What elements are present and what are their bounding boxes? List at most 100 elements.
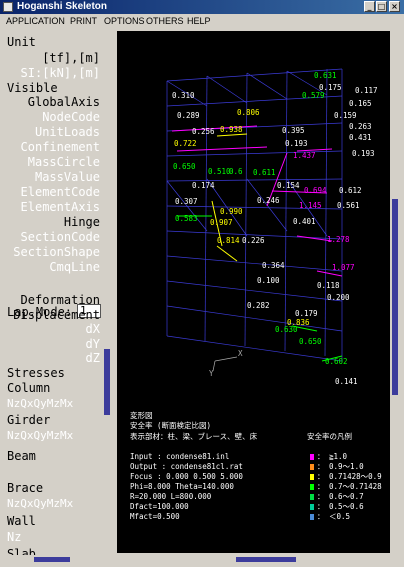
ratio-label: 0.650 xyxy=(299,337,322,346)
legend-label: ： 0.6～0.7 xyxy=(317,492,364,501)
wall-label: Wall xyxy=(7,514,36,528)
global-axis-arrows xyxy=(212,356,238,372)
wall-force-toggles[interactable]: Nz xyxy=(7,530,21,544)
focus-info: Focus : 0.000 0.500 5.000 xyxy=(130,472,243,481)
moment-factor: Mfact=0.500 xyxy=(130,512,180,521)
girder-force-toggles[interactable]: NzQxQyMzMx xyxy=(7,429,73,443)
ratio-label: 0.806 xyxy=(237,108,260,117)
view-vertical-scrollbar[interactable] xyxy=(390,31,400,553)
legend-swatch xyxy=(310,464,314,470)
ratio-label: 0.175 xyxy=(319,83,342,92)
ratio-label: 0.401 xyxy=(293,217,316,226)
toggle-displacement[interactable]: Displacement xyxy=(13,308,100,322)
ratio-label: 0.289 xyxy=(177,111,200,120)
toggle-dy[interactable]: dY xyxy=(86,337,100,351)
ratio-label: 0.612 xyxy=(339,186,362,195)
view-angles: Phi=8.000 Theta=140.000 xyxy=(130,482,234,491)
app-icon xyxy=(3,2,13,12)
ratio-label: 0.117 xyxy=(355,86,378,95)
panel-vertical-scrollbar[interactable] xyxy=(102,31,112,553)
ratio-label: 0.561 xyxy=(337,201,360,210)
ratio-label: 0.174 xyxy=(192,181,215,190)
ratio-label: 1.278 xyxy=(327,235,350,244)
toggle-global-axis[interactable]: GlobalAxis xyxy=(28,95,100,109)
toggle-section-shape[interactable]: SectionShape xyxy=(13,245,100,259)
legend-label: ： 0.7～0.71428 xyxy=(317,482,382,491)
brace-label: Brace xyxy=(7,481,44,495)
toggle-unit-loads[interactable]: UnitLoads xyxy=(35,125,100,139)
menu-help[interactable]: HELP xyxy=(187,16,211,26)
ratio-label: 0.256 xyxy=(192,127,215,136)
menu-application[interactable]: APPLICATION xyxy=(6,16,65,26)
ratio-label: 0.307 xyxy=(175,197,198,206)
ratio-label: 0.282 xyxy=(247,301,270,310)
close-icon[interactable]: × xyxy=(389,1,400,12)
toggle-section-code[interactable]: SectionCode xyxy=(21,230,100,244)
ratio-label: 0.510 xyxy=(208,167,231,176)
view-hscroll-thumb[interactable] xyxy=(236,557,296,562)
window-title: Hoganshi Skeleton xyxy=(17,1,108,12)
ratio-label: 0.990 xyxy=(220,207,243,216)
toggle-mass-value[interactable]: MassValue xyxy=(35,170,100,184)
view-scroll-thumb[interactable] xyxy=(392,199,398,395)
legend-label: ： 0.5～0.6 xyxy=(317,502,364,511)
ratio-label: 0.200 xyxy=(327,293,350,302)
legend-label: ： 0.71428～0.9 xyxy=(317,472,382,481)
legend-swatch xyxy=(310,494,314,500)
stresses-label: Stresses xyxy=(7,366,65,380)
toggle-confinement[interactable]: Confinement xyxy=(21,140,100,154)
ratio-label: 0.631 xyxy=(314,71,337,80)
toggle-deformation[interactable]: Deformation xyxy=(21,293,100,307)
ratio-label: 0.583 xyxy=(175,214,198,223)
ratio-label: 0.165 xyxy=(349,99,372,108)
visible-label: Visible xyxy=(7,81,58,95)
panel-horizontal-scrollbar[interactable] xyxy=(4,555,112,563)
ratio-label: 0.159 xyxy=(334,111,357,120)
mode-line: 変形図 xyxy=(130,411,153,420)
brace-force-toggles[interactable]: NzQxQyMzMx xyxy=(7,497,73,511)
ratio-label: 0.263 xyxy=(349,122,372,131)
column-force-toggles[interactable]: NzQxQyMzMx xyxy=(7,397,73,411)
title-bar: Hoganshi Skeleton _ □ × xyxy=(0,0,404,14)
legend-swatch xyxy=(310,454,314,460)
minimize-icon[interactable]: _ xyxy=(364,1,375,12)
axis-x-label: X xyxy=(238,349,243,358)
ratio-label: 0.650 xyxy=(173,162,196,171)
legend-swatch xyxy=(310,474,314,480)
toggle-dx[interactable]: dX xyxy=(86,322,100,336)
legend-label: ： 0.9～1.0 xyxy=(317,462,364,471)
unit-si-option[interactable]: SI:[kN],[m] xyxy=(21,66,100,80)
ratio-label: 0.722 xyxy=(174,139,197,148)
panel-hscroll-thumb[interactable] xyxy=(34,557,70,562)
ratio-label: 0.630 xyxy=(275,325,298,334)
output-file: Output : condense81cl.rat xyxy=(130,462,243,471)
ratio-label: 0.226 xyxy=(242,236,265,245)
control-panel: Unit [tf],[m] SI:[kN],[m] Visible Global… xyxy=(4,31,102,557)
toggle-cmq-line[interactable]: CmqLine xyxy=(49,260,100,274)
toggle-hinge[interactable]: Hinge xyxy=(64,215,100,229)
menu-options[interactable]: OPTIONS xyxy=(104,16,145,26)
toggle-element-code[interactable]: ElementCode xyxy=(21,185,100,199)
ratio-label: 0.395 xyxy=(282,126,305,135)
ratio-label: 0.611 xyxy=(253,168,276,177)
ratio-label: 0.154 xyxy=(277,181,300,190)
mode-line: 表示部材：柱、梁、ブレース、壁、床 xyxy=(130,432,258,441)
deformation-factor: Dfact=100.000 xyxy=(130,502,189,511)
structure-view[interactable]: 0.631 0.117 0.579 0.165 0.806 0.938 0.15… xyxy=(117,31,390,553)
toggle-element-axis[interactable]: ElementAxis xyxy=(21,200,100,214)
ratio-label: 0.118 xyxy=(317,281,340,290)
ratio-label: 1.145 xyxy=(299,201,322,210)
toggle-mass-circle[interactable]: MassCircle xyxy=(28,155,100,169)
ratio-label: 0.694 xyxy=(304,186,327,195)
menu-print[interactable]: PRINT xyxy=(70,16,97,26)
legend-title: 安全率の凡例 xyxy=(307,432,352,441)
ratio-label: 0.6 xyxy=(229,167,243,176)
unit-tf-option[interactable]: [tf],[m] xyxy=(42,51,100,65)
toggle-dz[interactable]: dZ xyxy=(86,351,100,365)
maximize-icon[interactable]: □ xyxy=(376,1,387,12)
toggle-node-code[interactable]: NodeCode xyxy=(42,110,100,124)
view-horizontal-scrollbar[interactable] xyxy=(117,555,390,563)
menu-others[interactable]: OTHERS xyxy=(146,16,184,26)
panel-scroll-thumb[interactable] xyxy=(104,349,110,415)
ratio-label: 0.246 xyxy=(257,196,280,205)
